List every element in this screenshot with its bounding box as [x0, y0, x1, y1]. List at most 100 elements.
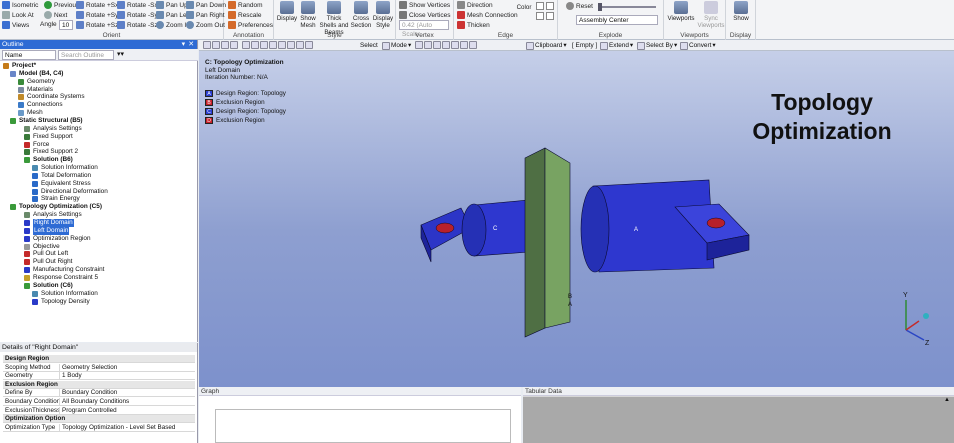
auto-scale-input[interactable]: 0.42 (Auto Scale — [399, 20, 449, 38]
tree-item[interactable]: Right Domain — [24, 219, 74, 227]
plate-front[interactable] — [544, 147, 571, 329]
tree-item[interactable]: Coordinate Systems — [18, 93, 85, 101]
preferences-button[interactable]: Preferences — [228, 21, 273, 29]
zoom-out-button[interactable]: Zoom Out — [186, 21, 225, 29]
tree-item[interactable]: Topology Optimization (C5) — [10, 203, 102, 211]
previous-button[interactable]: Previous — [44, 1, 79, 9]
explode-slider-thumb[interactable] — [598, 3, 602, 11]
mesh-connection-button[interactable]: Mesh Connection — [457, 11, 518, 19]
name-filter-dropdown[interactable]: Name — [2, 50, 56, 60]
edge-style-icon[interactable] — [536, 2, 544, 10]
tree-item[interactable]: Solution (C6) — [24, 282, 73, 290]
assembly-center-dropdown[interactable]: Assembly Center — [576, 15, 658, 25]
pan-down-button[interactable]: Pan Down — [186, 1, 226, 9]
angle-input[interactable]: 10 — [59, 20, 73, 30]
display-style-button[interactable]: Display Style — [372, 1, 394, 29]
details-row[interactable]: Define By Boundary Condition — [3, 389, 195, 398]
pan-right-button[interactable]: Pan Right — [186, 11, 225, 19]
zoom-in-button[interactable]: Zoom In — [156, 21, 190, 29]
details-row[interactable]: ExclusionThickness Program Controlled — [3, 406, 195, 415]
viewports-button[interactable]: Viewports — [666, 1, 696, 22]
rotate-minus-sx-button[interactable]: Rotate -Sx — [117, 1, 158, 9]
next-button[interactable]: Next — [44, 11, 67, 19]
model-geometry[interactable]: C B A A Y Z — [199, 40, 954, 387]
random-button[interactable]: Random — [228, 1, 263, 9]
details-row[interactable]: Geometry 1 Body — [3, 372, 195, 381]
color-button[interactable]: Color — [514, 4, 534, 11]
tree-item[interactable]: Total Deformation — [32, 172, 91, 180]
tree-item[interactable]: Objective — [24, 243, 60, 251]
tree-item[interactable]: Equivalent Stress — [32, 180, 91, 188]
right-shaft-start[interactable] — [580, 185, 610, 273]
tree-item[interactable]: Project* — [3, 62, 36, 70]
right-exclusion-hole[interactable] — [706, 217, 726, 229]
tree-item[interactable]: Manufacturing Constraint — [24, 266, 104, 274]
close-vertices-button[interactable]: Close Vertices — [399, 11, 451, 19]
close-icon[interactable]: ✕ — [188, 40, 194, 49]
details-value[interactable]: All Boundary Conditions — [60, 398, 129, 405]
pan-up-button[interactable]: Pan Up — [156, 1, 188, 9]
details-row[interactable]: Optimization Type Topology Optimization -… — [3, 423, 195, 432]
left-shaft-end[interactable] — [461, 203, 487, 257]
isometric-button[interactable]: Isometric — [2, 1, 38, 9]
tree-item[interactable]: Materials — [18, 86, 53, 94]
explode-slider[interactable] — [598, 6, 656, 8]
direction-button[interactable]: Direction — [457, 1, 493, 9]
tabular-area[interactable] — [523, 397, 954, 443]
rotate-minus-sy-button[interactable]: Rotate -Sy — [117, 11, 158, 19]
details-value[interactable]: 1 Body — [60, 372, 82, 379]
tree-item[interactable]: Pull Out Right — [24, 258, 72, 266]
search-outline-input[interactable]: Search Outline — [58, 50, 114, 60]
rescale-button[interactable]: Rescale — [228, 11, 261, 19]
cross-section-button[interactable]: Cross Section — [350, 1, 372, 29]
details-row[interactable]: Boundary Condition All Boundary Condition… — [3, 398, 195, 406]
tree-item[interactable]: Fixed Support — [24, 133, 73, 141]
tree-item[interactable]: Static Structural (B5) — [10, 117, 83, 125]
tree-item[interactable]: Model (B4, C4) — [10, 70, 63, 78]
show-vertices-button[interactable]: Show Vertices — [399, 1, 450, 9]
graph-area[interactable] — [215, 409, 511, 443]
details-section-header[interactable]: Design Region — [3, 355, 195, 363]
details-value[interactable]: Topology Optimization - Level Set Based — [60, 424, 175, 431]
graphics-viewport[interactable]: Select Mode ▾ Clipboard ▾ [ Empty ] Extend… — [199, 40, 954, 387]
rotate-plus-sx-button[interactable]: Rotate +Sx — [76, 1, 118, 9]
details-section-header[interactable]: Optimization Option — [3, 415, 195, 424]
pin-icon[interactable]: ▾ — [182, 40, 185, 49]
tree-item[interactable]: Mesh — [18, 109, 43, 117]
left-exclusion-hole[interactable] — [435, 222, 455, 234]
show-button[interactable]: Show — [728, 1, 754, 22]
rotate-minus-sz-button[interactable]: Rotate -Sz — [117, 21, 158, 29]
edge-style-icon[interactable] — [546, 12, 554, 20]
thicken-button[interactable]: Thicken — [457, 21, 490, 29]
rotate-plus-sz-button[interactable]: Rotate +Sz — [76, 21, 118, 29]
details-section-header[interactable]: Exclusion Region — [3, 380, 195, 389]
tree-item[interactable]: Force — [24, 141, 49, 149]
reset-button[interactable]: Reset — [566, 2, 593, 10]
display-button[interactable]: Display — [276, 1, 298, 22]
edge-style-icon[interactable] — [536, 12, 544, 20]
tree-item[interactable]: Optimization Region — [24, 235, 91, 243]
filter-dropdown-icon[interactable]: ▾▾ — [117, 50, 124, 58]
rotate-plus-sy-button[interactable]: Rotate +Sy — [76, 11, 118, 19]
tree-item[interactable]: Analysis Settings — [24, 211, 82, 219]
look-at-button[interactable]: Look At — [2, 11, 34, 19]
details-value[interactable]: Program Controlled — [60, 407, 117, 414]
details-value[interactable]: Geometry Selection — [60, 364, 117, 371]
details-row[interactable]: Scoping Method Geometry Selection — [3, 363, 195, 372]
tree-item[interactable]: Connections — [18, 101, 63, 109]
tree-item[interactable]: Analysis Settings — [24, 125, 82, 133]
tree-item[interactable]: Geometry — [18, 78, 55, 86]
tree-item[interactable]: Fixed Support 2 — [24, 148, 78, 156]
tree-item[interactable]: Directional Deformation — [32, 188, 108, 196]
tree-item[interactable]: Response Constraint 5 — [24, 274, 98, 282]
tree-item[interactable]: Solution (B6) — [24, 156, 73, 164]
plate-side[interactable] — [524, 147, 546, 338]
tree-item[interactable]: Pull Out Left — [24, 250, 68, 258]
sync-viewports-button[interactable]: Sync Viewports — [697, 1, 725, 29]
scroll-arrow-icon[interactable]: ▲ — [944, 397, 950, 403]
views-button[interactable]: Views — [2, 21, 29, 29]
show-mesh-button[interactable]: Show Mesh — [299, 1, 317, 29]
tree-item[interactable]: Left Domain — [24, 226, 70, 235]
tree-item[interactable]: Strain Energy — [32, 195, 80, 203]
edge-style-icon[interactable] — [546, 2, 554, 10]
